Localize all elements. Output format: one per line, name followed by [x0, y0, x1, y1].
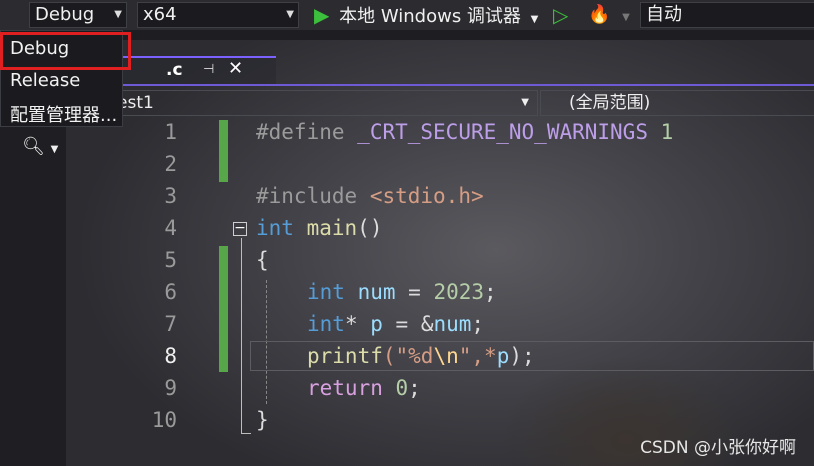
type-keyword: int [307, 312, 345, 336]
line-number: 7 [164, 312, 177, 336]
change-indicator [219, 246, 228, 372]
tab-label: .c [166, 60, 183, 80]
pin-icon[interactable]: ⊣ [203, 62, 214, 77]
variable-name: num [357, 280, 396, 304]
chevron-down-icon: ▼ [50, 144, 59, 155]
include-header: <stdio.h> [369, 184, 484, 208]
string-close: ",* [458, 344, 497, 368]
brace: } [256, 408, 269, 432]
pointer-star: * [344, 312, 358, 336]
line-number: 4 [164, 216, 177, 240]
fold-guide-end [241, 433, 251, 434]
dropdown-item-release[interactable]: Release [10, 70, 80, 91]
document-tab-strip: .c ⊣ ✕ [66, 50, 814, 84]
code-line-1: #define _CRT_SECURE_NO_WARNINGS 1 [256, 120, 673, 144]
line-number: 2 [164, 152, 177, 176]
number-literal: 2023 [433, 280, 485, 304]
change-indicator [219, 120, 228, 182]
format-specifier: %d [408, 344, 434, 368]
dropdown-item-config-manager[interactable]: 配置管理器... [10, 101, 117, 127]
start-without-debugging-button[interactable]: ▷ [553, 0, 575, 30]
auto-combo[interactable]: 自动 [640, 2, 814, 28]
chevron-down-icon: ▼ [622, 12, 630, 23]
semicolon: ; [408, 376, 421, 400]
play-icon: ▶ [314, 3, 330, 27]
statement-end: ); [509, 344, 535, 368]
variable-name: num [433, 312, 472, 336]
line-number: 1 [164, 120, 177, 144]
variable-name: p [370, 312, 383, 336]
code-line-6: int num = 2023; [307, 280, 497, 304]
fold-guide [241, 238, 242, 434]
line-number: 3 [164, 184, 177, 208]
scope-combo[interactable]: (全局范围) [540, 90, 814, 116]
platform-value: x64 [143, 4, 177, 25]
operator: = [395, 280, 434, 304]
flame-icon: 🔥 [588, 4, 611, 25]
preprocessor-keyword: #define [256, 120, 345, 144]
code-line-4: int main() [256, 216, 382, 240]
line-number: 10 [151, 408, 177, 432]
macro-name: _CRT_SECURE_NO_WARNINGS [357, 120, 648, 144]
line-number: 6 [164, 280, 177, 304]
scope-value: (全局范围) [569, 93, 651, 113]
hot-reload-button[interactable]: 🔥 ▼ [588, 0, 632, 30]
toolbar: Debug ▼ x64 ▼ ▶ 本地 Windows 调试器 ▼ ▷ 🔥 ▼ 自… [0, 0, 814, 30]
parens: () [357, 216, 383, 240]
collapse-icon[interactable]: − [233, 221, 247, 236]
semicolon: ; [484, 280, 497, 304]
number-literal: 0 [395, 376, 409, 400]
tab-source-file[interactable]: .c ⊣ ✕ [110, 56, 276, 84]
number-literal: 1 [660, 120, 674, 144]
auto-value: 自动 [646, 4, 682, 25]
platform-combo[interactable]: x64 ▼ [137, 2, 299, 28]
search-dropdown-button[interactable]: 🔍︎ ▼ [22, 136, 58, 157]
preprocessor-keyword: #include [256, 184, 358, 208]
chevron-down-icon: ▼ [530, 14, 539, 25]
start-debugging-label: 本地 Windows 调试器 [339, 6, 521, 27]
variable-name: p [496, 344, 510, 368]
line-number: 5 [164, 248, 177, 272]
operator: = & [382, 312, 434, 336]
start-debugging-button[interactable]: ▶ 本地 Windows 调试器 ▼ [314, 0, 544, 30]
highlight-box [0, 32, 131, 70]
brace: { [256, 248, 269, 272]
type-keyword: int [307, 280, 345, 304]
escape-sequence: \n [433, 344, 459, 368]
chevron-down-icon: ▼ [521, 97, 529, 108]
solution-config-combo[interactable]: Debug ▼ [29, 2, 127, 28]
code-line-5: { [256, 248, 269, 272]
return-keyword: return [307, 376, 383, 400]
string-open: (" [382, 344, 409, 368]
chevron-down-icon: ▼ [114, 9, 122, 20]
function-name: main [306, 216, 358, 240]
code-line-7: int* p = &num; [307, 312, 484, 336]
chevron-down-icon: ▼ [286, 9, 294, 20]
project-combo[interactable]: est1 ▼ [66, 90, 538, 116]
solution-config-value: Debug [35, 4, 95, 25]
line-number-current: 8 [164, 344, 177, 368]
close-icon[interactable]: ✕ [228, 58, 243, 79]
semicolon: ; [471, 312, 485, 336]
navigation-bar: est1 ▼ (全局范围) [66, 84, 814, 120]
code-line-3: #include <stdio.h> [256, 184, 484, 208]
line-number: 9 [164, 376, 177, 400]
code-line-8: printf("%d\n",*p); [307, 344, 535, 368]
play-outline-icon: ▷ [553, 3, 569, 27]
code-line-9: return 0; [307, 376, 421, 400]
function-name: printf [307, 344, 383, 368]
watermark: CSDN @小张你好啊 [640, 438, 796, 458]
search-icon: 🔍︎ [22, 136, 45, 157]
type-keyword: int [256, 216, 294, 240]
code-line-10: } [256, 408, 269, 432]
